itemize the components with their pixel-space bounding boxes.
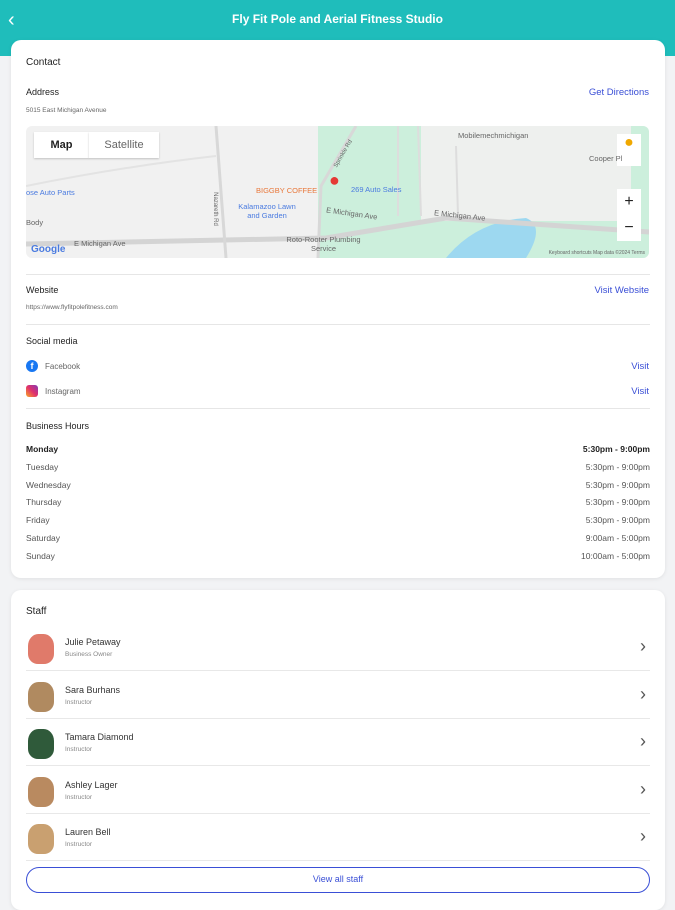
get-directions-link[interactable]: Get Directions bbox=[589, 87, 649, 98]
staff-name: Julie Petaway bbox=[65, 637, 121, 647]
map-tab[interactable]: Map bbox=[34, 132, 89, 158]
hours-time: 5:30pm - 9:00pm bbox=[582, 444, 650, 454]
facebook-icon: f bbox=[26, 360, 38, 372]
satellite-tab[interactable]: Satellite bbox=[89, 132, 159, 158]
zoom-in-button[interactable]: + bbox=[617, 189, 641, 215]
chevron-right-icon: › bbox=[640, 778, 646, 799]
staff-heading: Staff bbox=[26, 606, 47, 617]
visit-website-link[interactable]: Visit Website bbox=[594, 285, 649, 296]
map-label: ose Auto Parts bbox=[26, 188, 75, 197]
hours-day: Saturday bbox=[26, 533, 61, 543]
facebook-visit-link[interactable]: Visit bbox=[631, 361, 649, 372]
map-label: Body bbox=[26, 218, 44, 227]
contact-card: Contact Address 5015 East Michigan Avenu… bbox=[11, 40, 665, 578]
staff-list-item[interactable]: Lauren Bell Instructor › bbox=[26, 814, 650, 861]
map-label: 269 Auto Sales bbox=[351, 185, 402, 194]
instagram-label: Instagram bbox=[45, 387, 81, 396]
map-label: Cooper Pl bbox=[589, 154, 623, 163]
staff-name: Ashley Lager bbox=[65, 779, 118, 790]
map-label: Kalamazoo Lawn and Garden bbox=[238, 202, 296, 220]
staff-list-item[interactable]: Julie Petaway Business Owner › bbox=[26, 624, 650, 671]
staff-role: Business Owner bbox=[65, 651, 113, 658]
hours-day: Friday bbox=[26, 515, 50, 526]
staff-avatar bbox=[28, 634, 54, 664]
hours-row: Saturday 9:00am - 5:00pm bbox=[26, 533, 650, 543]
social-media-label: Social media bbox=[26, 336, 78, 346]
divider bbox=[26, 324, 650, 325]
chevron-right-icon: › bbox=[640, 731, 646, 751]
hours-time: 5:30pm - 9:00pm bbox=[585, 461, 650, 472]
staff-card: Staff Julie Petaway Business Owner › Sara B… bbox=[11, 590, 665, 910]
staff-role: Instructor bbox=[65, 841, 93, 848]
map-view[interactable]: Map Satellite ● + − ● BIGGBY COFFEE 269 … bbox=[26, 126, 649, 258]
view-all-staff-button[interactable]: View all staff bbox=[26, 867, 650, 893]
staff-list-item[interactable]: Ashley Lager Instructor › bbox=[26, 767, 650, 814]
facebook-label: Facebook bbox=[45, 362, 81, 371]
address-text: 5015 East Michigan Avenue bbox=[26, 107, 107, 114]
staff-role: Instructor bbox=[65, 698, 93, 706]
hours-row: Friday 5:30pm - 9:00pm bbox=[26, 515, 650, 525]
business-hours-label: Business Hours bbox=[26, 421, 90, 431]
website-url: https://www.flyfitpolefitness.com bbox=[26, 304, 118, 311]
staff-avatar bbox=[28, 824, 54, 854]
hours-day: Thursday bbox=[26, 497, 62, 508]
staff-role: Instructor bbox=[65, 793, 93, 801]
map-label: E Michigan Ave bbox=[74, 239, 126, 248]
hours-row: Thursday 5:30pm - 9:00pm bbox=[26, 497, 650, 507]
chevron-right-icon: › bbox=[640, 636, 646, 656]
hours-row: Tuesday 5:30pm - 9:00pm bbox=[26, 462, 650, 472]
hours-day: Monday bbox=[26, 444, 59, 454]
staff-list-item[interactable]: Tamara Diamond Instructor › bbox=[26, 719, 650, 766]
hours-day: Sunday bbox=[26, 550, 55, 561]
contact-heading: Contact bbox=[26, 57, 61, 68]
map-attribution[interactable]: Keyboard shortcuts Map data ©2024 Terms bbox=[549, 250, 645, 256]
website-label: Website bbox=[26, 285, 59, 295]
hours-time: 9:00am - 5:00pm bbox=[585, 533, 650, 543]
map-label: Mobilemechmichigan bbox=[458, 131, 529, 140]
staff-avatar bbox=[28, 776, 54, 807]
chevron-right-icon: › bbox=[640, 683, 646, 704]
staff-avatar bbox=[28, 729, 54, 759]
hours-time: 5:30pm - 9:00pm bbox=[585, 515, 650, 526]
zoom-out-button[interactable]: − bbox=[617, 215, 641, 241]
page-title: Fly Fit Pole and Aerial Fitness Studio bbox=[232, 12, 443, 26]
staff-list-item[interactable]: Sara Burhans Instructor › bbox=[26, 672, 650, 719]
map-label: Roto-Rooter Plumbing Service bbox=[286, 235, 361, 253]
staff-avatar bbox=[28, 681, 54, 712]
staff-role: Instructor bbox=[65, 746, 93, 753]
map-label: Nazareth Rd bbox=[211, 192, 218, 226]
divider bbox=[26, 408, 650, 409]
hours-day: Wednesday bbox=[26, 479, 71, 490]
instagram-icon bbox=[26, 385, 38, 397]
staff-name: Lauren Bell bbox=[65, 827, 111, 837]
location-pin-icon: ● bbox=[329, 170, 340, 190]
address-label: Address bbox=[26, 87, 60, 97]
divider bbox=[26, 274, 650, 275]
hours-row: Sunday 10:00am - 5:00pm bbox=[26, 551, 650, 561]
zoom-controls: + − bbox=[617, 189, 641, 241]
staff-name: Sara Burhans bbox=[65, 684, 121, 695]
hours-row: Wednesday 5:30pm - 9:00pm bbox=[26, 480, 650, 490]
hours-time: 10:00am - 5:00pm bbox=[581, 550, 650, 561]
hours-time: 5:30pm - 9:00pm bbox=[585, 479, 650, 490]
google-logo: Google bbox=[31, 244, 66, 255]
hours-row: Monday 5:30pm - 9:00pm bbox=[26, 444, 650, 454]
hours-day: Tuesday bbox=[26, 461, 59, 472]
chevron-right-icon: › bbox=[640, 826, 646, 846]
map-label: BIGGBY COFFEE bbox=[256, 186, 318, 195]
staff-name: Tamara Diamond bbox=[65, 732, 134, 742]
hours-time: 5:30pm - 9:00pm bbox=[585, 497, 650, 508]
instagram-visit-link[interactable]: Visit bbox=[631, 386, 649, 397]
